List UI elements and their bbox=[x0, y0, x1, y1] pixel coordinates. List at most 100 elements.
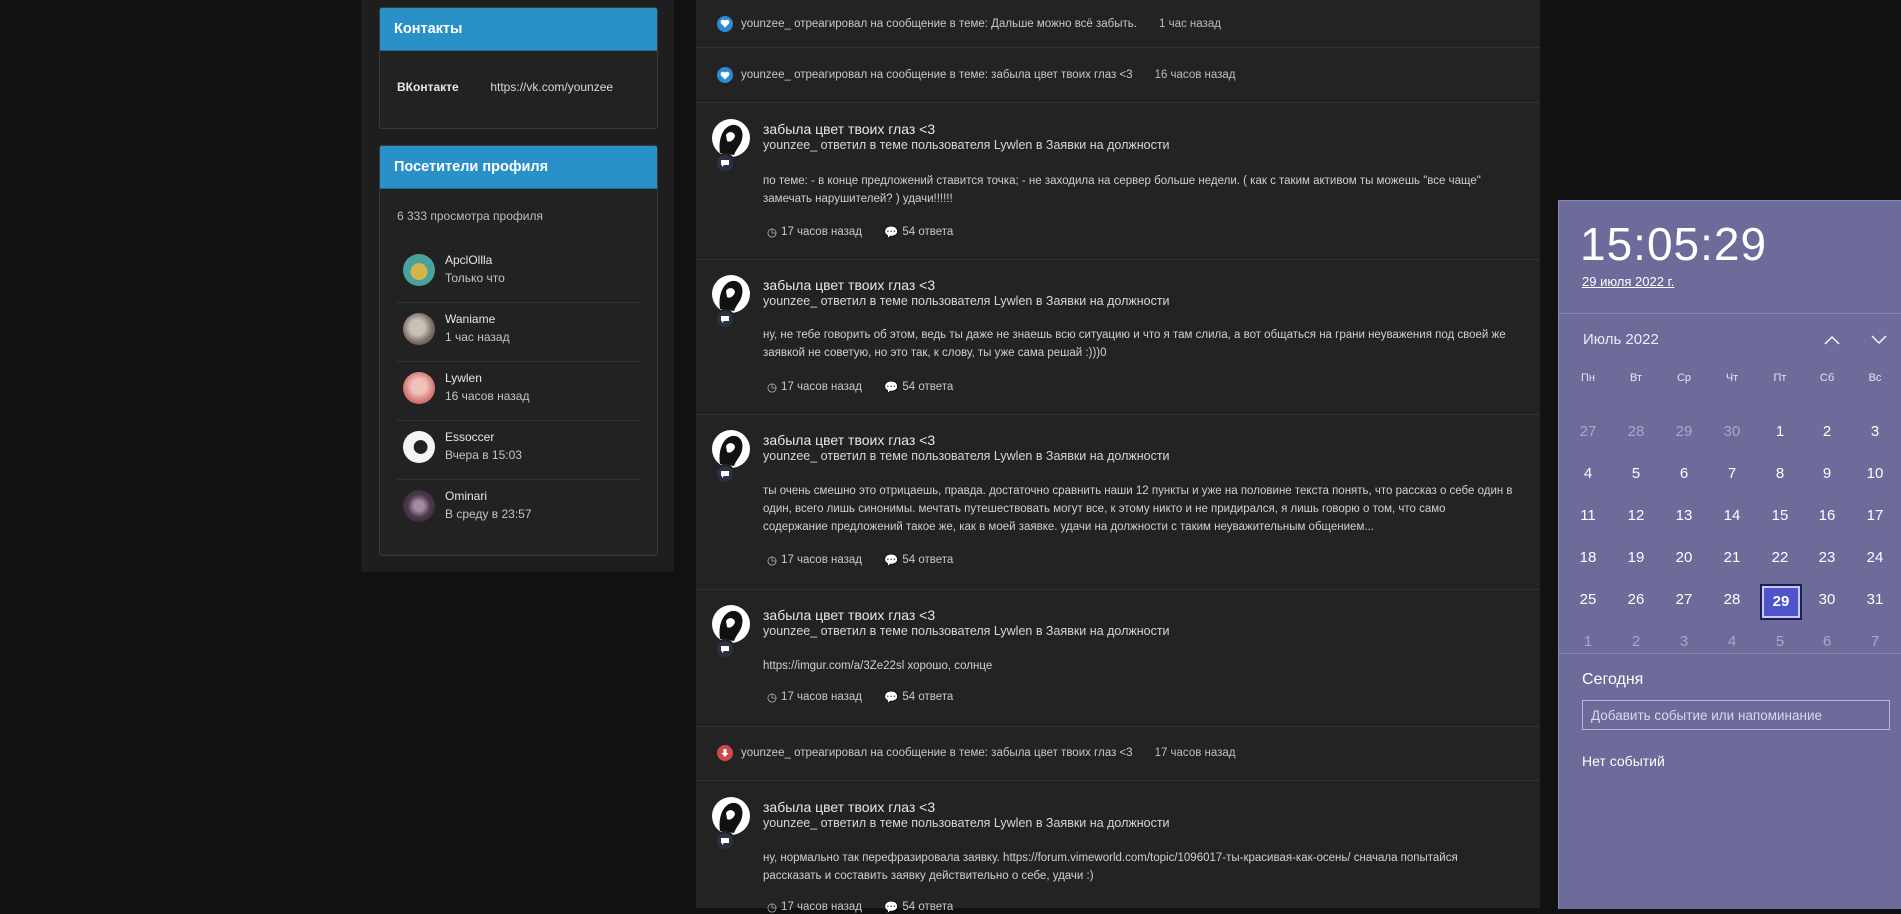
weekday-label: Ср bbox=[1676, 372, 1692, 384]
post-time-text: 17 часов назад bbox=[781, 226, 862, 238]
post-replies-text: 54 ответа bbox=[902, 381, 954, 393]
post-body: по теме: - в конце предложений ставится … bbox=[763, 175, 1481, 205]
calendar-day[interactable]: 25 bbox=[1568, 583, 1608, 617]
calendar-day[interactable]: 6 bbox=[1664, 457, 1704, 491]
post-title[interactable]: забыла цвет твоих глаз <3 bbox=[763, 121, 935, 137]
calendar-day[interactable]: 12 bbox=[1616, 499, 1656, 533]
visitor-name[interactable]: Ominari bbox=[445, 489, 487, 503]
calendar-day[interactable]: 10 bbox=[1855, 457, 1895, 491]
calendar-day[interactable]: 4 bbox=[1568, 457, 1608, 491]
calendar-day[interactable]: 29 bbox=[1760, 584, 1802, 620]
weekday-label: Пт bbox=[1773, 372, 1787, 384]
calendar-day[interactable]: 8 bbox=[1760, 457, 1800, 491]
post-item[interactable]: забыла цвет твоих глаз <3 younzee_ ответ… bbox=[696, 259, 1540, 415]
visitor-item[interactable]: Waniame 1 час назад bbox=[397, 303, 641, 362]
reaction-time: 1 час назад bbox=[1159, 17, 1221, 30]
visitor-item[interactable]: Essoccer Вчера в 15:03 bbox=[397, 421, 641, 480]
calendar-day[interactable]: 9 bbox=[1807, 457, 1847, 491]
month-label[interactable]: Июль 2022 bbox=[1583, 331, 1659, 348]
calendar-day[interactable]: 28 bbox=[1712, 583, 1752, 617]
calendar-day[interactable]: 1 bbox=[1760, 415, 1800, 449]
visitor-name[interactable]: Essoccer bbox=[445, 430, 494, 444]
post-body: ну, не тебе говорить об этом, ведь ты да… bbox=[763, 329, 1506, 359]
profile-sidebar: Контакты ВКонтакте https://vk.com/younze… bbox=[361, 0, 674, 572]
reply-icon bbox=[715, 153, 735, 173]
reaction-item[interactable]: younzee_ отреагировал на сообщение в тем… bbox=[696, 726, 1540, 781]
calendar-day[interactable]: 30 bbox=[1807, 583, 1847, 617]
reaction-time: 16 часов назад bbox=[1154, 69, 1236, 81]
clock-icon: ◷ bbox=[767, 692, 778, 704]
post-title[interactable]: забыла цвет твоих глаз <3 bbox=[763, 277, 935, 293]
reaction-text[interactable]: younzee_ отреагировал на сообщение в тем… bbox=[741, 18, 1137, 30]
reaction-text[interactable]: younzee_ отреагировал на сообщение в тем… bbox=[741, 747, 1133, 759]
comment-icon: 💬 bbox=[884, 902, 899, 914]
calendar-day[interactable]: 24 bbox=[1855, 541, 1895, 575]
date-link[interactable]: 29 июля 2022 г. bbox=[1582, 274, 1674, 289]
avatar[interactable] bbox=[712, 119, 750, 157]
calendar-day[interactable]: 23 bbox=[1807, 541, 1847, 575]
post-title[interactable]: забыла цвет твоих глаз <3 bbox=[763, 607, 935, 623]
dislike-icon bbox=[717, 745, 733, 761]
calendar-day[interactable]: 22 bbox=[1760, 541, 1800, 575]
calendar-day[interactable]: 19 bbox=[1616, 541, 1656, 575]
calendar-day[interactable]: 7 bbox=[1712, 457, 1752, 491]
post-item[interactable]: забыла цвет твоих глаз <3 younzee_ ответ… bbox=[696, 781, 1540, 914]
post-item[interactable]: забыла цвет твоих глаз <3 younzee_ ответ… bbox=[696, 589, 1540, 727]
avatar[interactable] bbox=[403, 313, 435, 345]
activity-feed: younzee_ отреагировал на сообщение в тем… bbox=[696, 0, 1540, 914]
reaction-item[interactable]: younzee_ отреагировал на сообщение в тем… bbox=[696, 0, 1540, 48]
visitor-time: 1 час назад bbox=[445, 330, 510, 344]
post-title[interactable]: забыла цвет твоих глаз <3 bbox=[763, 432, 935, 448]
add-event-input[interactable] bbox=[1582, 700, 1890, 730]
visitor-item[interactable]: ApclOllla Только что bbox=[397, 244, 641, 303]
avatar[interactable] bbox=[403, 431, 435, 463]
visitor-item[interactable]: Lywlen 16 часов назад bbox=[397, 362, 641, 421]
calendar-day[interactable]: 2 bbox=[1807, 415, 1847, 449]
calendar-day[interactable]: 21 bbox=[1712, 541, 1752, 575]
reply-icon bbox=[715, 639, 735, 659]
avatar[interactable] bbox=[403, 372, 435, 404]
calendar-day[interactable]: 28 bbox=[1616, 415, 1656, 449]
post-meta: ◷ 17 часов назад 💬 54 ответа bbox=[767, 690, 953, 704]
calendar-day[interactable]: 18 bbox=[1568, 541, 1608, 575]
calendar-day[interactable]: 5 bbox=[1616, 457, 1656, 491]
reply-icon bbox=[715, 831, 735, 851]
reaction-item[interactable]: younzee_ отреагировал на сообщение в тем… bbox=[696, 48, 1540, 103]
calendar-day[interactable]: 30 bbox=[1712, 415, 1752, 449]
post-item[interactable]: забыла цвет твоих глаз <3 younzee_ ответ… bbox=[696, 103, 1540, 260]
calendar-day[interactable]: 16 bbox=[1807, 499, 1847, 533]
reaction-text[interactable]: younzee_ отреагировал на сообщение в тем… bbox=[741, 69, 1133, 81]
avatar[interactable] bbox=[712, 797, 750, 835]
calendar-day[interactable]: 27 bbox=[1568, 415, 1608, 449]
visitor-time: Только что bbox=[445, 271, 505, 285]
calendar-day[interactable]: 31 bbox=[1855, 583, 1895, 617]
calendar-day[interactable]: 29 bbox=[1664, 415, 1704, 449]
avatar[interactable] bbox=[712, 430, 750, 468]
calendar-day[interactable]: 14 bbox=[1712, 499, 1752, 533]
avatar[interactable] bbox=[712, 605, 750, 643]
calendar-day[interactable]: 20 bbox=[1664, 541, 1704, 575]
calendar-day[interactable]: 17 bbox=[1855, 499, 1895, 533]
post-subtitle: younzee_ ответил в теме пользователя Lyw… bbox=[763, 138, 1170, 152]
avatar[interactable] bbox=[403, 254, 435, 286]
calendar-day[interactable]: 27 bbox=[1664, 583, 1704, 617]
comment-icon: 💬 bbox=[884, 382, 899, 394]
post-item[interactable]: забыла цвет твоих глаз <3 younzee_ ответ… bbox=[696, 414, 1540, 590]
calendar-day[interactable]: 15 bbox=[1760, 499, 1800, 533]
next-month-button[interactable] bbox=[1864, 326, 1894, 354]
calendar-day[interactable]: 26 bbox=[1616, 583, 1656, 617]
visitor-item[interactable]: Ominari В среду в 23:57 bbox=[397, 480, 641, 538]
calendar-day[interactable]: 13 bbox=[1664, 499, 1704, 533]
post-title[interactable]: забыла цвет твоих глаз <3 bbox=[763, 799, 935, 815]
avatar[interactable] bbox=[712, 275, 750, 313]
visitor-name[interactable]: Lywlen bbox=[445, 371, 482, 385]
avatar[interactable] bbox=[403, 490, 435, 522]
visitor-name[interactable]: ApclOllla bbox=[445, 253, 492, 267]
contact-link[interactable]: https://vk.com/younzee bbox=[490, 80, 613, 94]
calendar-day[interactable]: 11 bbox=[1568, 499, 1608, 533]
prev-month-button[interactable] bbox=[1817, 326, 1847, 354]
clock-icon: ◷ bbox=[767, 902, 778, 914]
visitor-name[interactable]: Waniame bbox=[445, 312, 495, 326]
heart-icon bbox=[717, 67, 733, 83]
calendar-day[interactable]: 3 bbox=[1855, 415, 1895, 449]
